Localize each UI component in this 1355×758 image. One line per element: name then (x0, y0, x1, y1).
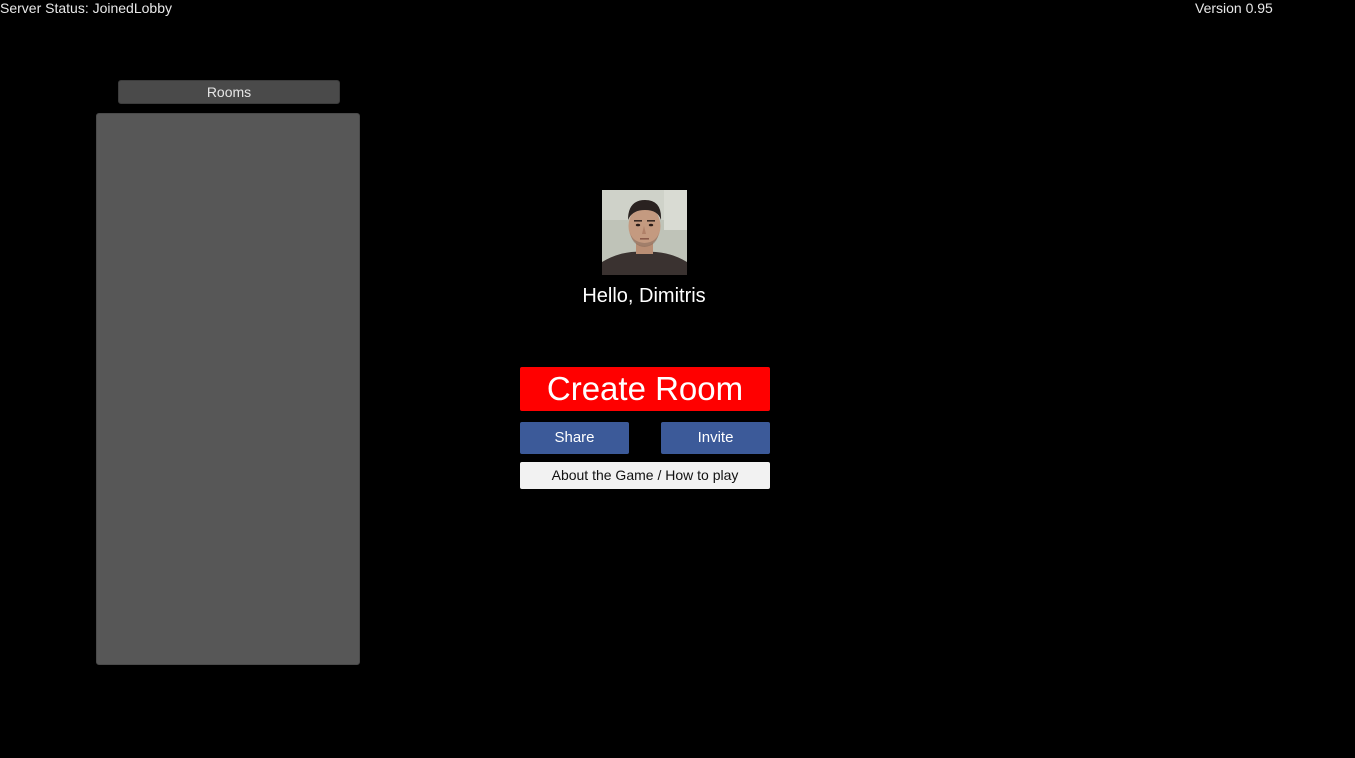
lobby-screen: Server Status: JoinedLobby Version 0.95 … (0, 0, 1355, 758)
invite-button[interactable]: Invite (661, 422, 770, 454)
create-room-button[interactable]: Create Room (520, 367, 770, 411)
avatar-photo (602, 190, 687, 275)
server-status-text: Server Status: JoinedLobby (0, 0, 172, 16)
version-text: Version 0.95 (1195, 0, 1273, 16)
share-button[interactable]: Share (520, 422, 629, 454)
about-game-button[interactable]: About the Game / How to play (520, 462, 770, 489)
greeting-text: Hello, Dimitris (582, 285, 706, 307)
user-avatar (602, 190, 687, 275)
rooms-list-panel[interactable] (96, 113, 360, 665)
rooms-header: Rooms (118, 80, 340, 104)
